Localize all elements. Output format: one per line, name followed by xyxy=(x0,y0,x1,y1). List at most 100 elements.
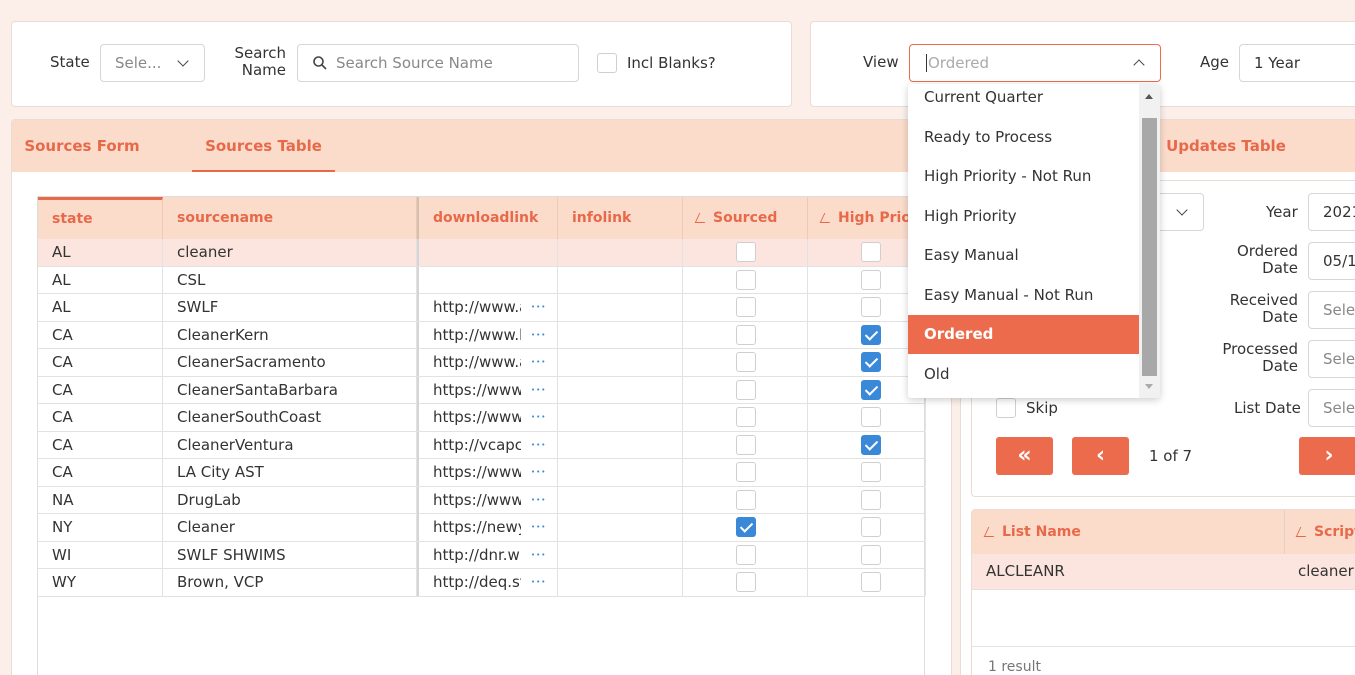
age-select[interactable]: 1 Year xyxy=(1239,44,1355,82)
table-row[interactable]: CA CleanerSantaBarbara https://www ••• xyxy=(38,376,926,404)
sourced-checkbox[interactable] xyxy=(736,352,756,372)
high-priority-cell[interactable] xyxy=(808,404,926,431)
sourced-checkbox[interactable] xyxy=(736,297,756,317)
high-priority-checkbox[interactable] xyxy=(861,462,881,482)
high-priority-checkbox[interactable] xyxy=(861,269,881,290)
sourced-cell[interactable] xyxy=(683,349,808,376)
more-options-icon[interactable]: ••• xyxy=(531,432,546,459)
view-option[interactable]: Easy Manual - Not Run xyxy=(908,276,1139,315)
view-option[interactable]: Easy Manual xyxy=(908,236,1139,275)
high-priority-cell[interactable] xyxy=(808,431,926,459)
view-option[interactable]: High Priority - Not Run xyxy=(908,157,1139,196)
high-priority-checkbox[interactable] xyxy=(861,572,881,592)
processed-date-input[interactable]: Sele xyxy=(1308,340,1355,378)
high-priority-checkbox[interactable] xyxy=(861,242,881,262)
incl-blanks-checkbox[interactable] xyxy=(597,53,617,73)
table-row[interactable]: AL cleaner xyxy=(38,239,926,267)
first-page-button[interactable]: « xyxy=(996,437,1053,475)
tab-updates-table[interactable]: Updates Table xyxy=(1161,120,1291,172)
sourced-cell[interactable] xyxy=(683,514,808,541)
sourced-checkbox[interactable] xyxy=(736,269,756,290)
sourced-checkbox[interactable] xyxy=(736,462,756,482)
high-priority-cell[interactable] xyxy=(808,514,926,541)
downloadlink-cell[interactable] xyxy=(417,239,558,266)
high-priority-checkbox[interactable] xyxy=(861,379,881,400)
sourced-cell[interactable] xyxy=(683,321,808,349)
more-options-icon[interactable]: ••• xyxy=(531,377,546,404)
search-input[interactable]: Search Source Name xyxy=(297,44,579,82)
col-header-script[interactable]: Script xyxy=(1295,524,1355,540)
state-select[interactable]: Sele... xyxy=(100,44,205,82)
table-row[interactable]: CA CleanerVentura http://vcapc ••• xyxy=(38,431,926,459)
sourced-cell[interactable] xyxy=(683,266,808,294)
table-row[interactable]: WI SWLF SHWIMS http://dnr.wi ••• xyxy=(38,541,926,569)
ordered-date-input[interactable]: 05/1 xyxy=(1308,242,1355,280)
high-priority-checkbox[interactable] xyxy=(861,489,881,510)
more-options-icon[interactable]: ••• xyxy=(531,459,546,486)
sourced-checkbox[interactable] xyxy=(736,407,756,427)
high-priority-cell[interactable] xyxy=(808,459,926,486)
view-option[interactable]: Ordered xyxy=(908,315,1139,354)
col-header-sourcename[interactable]: sourcename xyxy=(163,197,417,239)
sourced-cell[interactable] xyxy=(683,459,808,486)
tab-sources-table[interactable]: Sources Table xyxy=(192,120,335,172)
downloadlink-cell[interactable]: https://www ••• xyxy=(417,404,558,431)
sourced-cell[interactable] xyxy=(683,431,808,459)
table-row[interactable]: NY Cleaner https://newy ••• xyxy=(38,514,926,542)
more-options-icon[interactable]: ••• xyxy=(531,404,546,431)
downloadlink-cell[interactable] xyxy=(417,266,558,294)
scroll-up-arrow-icon[interactable] xyxy=(1145,94,1153,99)
table-row[interactable]: CA CleanerSouthCoast https://www ••• xyxy=(38,404,926,432)
next-page-button[interactable]: › xyxy=(1299,437,1355,475)
sourced-cell[interactable] xyxy=(683,569,808,596)
sourced-cell[interactable] xyxy=(683,239,808,266)
high-priority-checkbox[interactable] xyxy=(861,407,881,427)
downloadlink-cell[interactable]: https://newy ••• xyxy=(417,514,558,541)
high-priority-checkbox[interactable] xyxy=(861,297,881,317)
high-priority-checkbox[interactable] xyxy=(861,352,881,372)
high-priority-cell[interactable] xyxy=(808,486,926,514)
more-options-icon[interactable]: ••• xyxy=(531,322,546,349)
col-header-sourced[interactable]: Sourced xyxy=(683,197,808,239)
high-priority-cell[interactable] xyxy=(808,541,926,569)
sourced-checkbox[interactable] xyxy=(736,242,756,262)
more-options-icon[interactable]: ••• xyxy=(531,542,546,569)
downloadlink-cell[interactable]: https://www ••• xyxy=(417,486,558,514)
table-row[interactable]: NA DrugLab https://www ••• xyxy=(38,486,926,514)
sourced-checkbox[interactable] xyxy=(736,324,756,345)
sourced-cell[interactable] xyxy=(683,404,808,431)
view-option[interactable]: Old xyxy=(908,355,1139,394)
prev-page-button[interactable]: ‹ xyxy=(1072,437,1129,475)
downloadlink-cell[interactable]: http://www.k ••• xyxy=(417,321,558,349)
skip-checkbox[interactable] xyxy=(996,398,1016,418)
table-row[interactable]: CA CleanerSacramento http://www.a ••• xyxy=(38,349,926,377)
downloadlink-cell[interactable]: http://www.a ••• xyxy=(417,349,558,376)
table-row[interactable]: AL CSL xyxy=(38,266,926,294)
more-options-icon[interactable]: ••• xyxy=(531,569,546,596)
downloadlink-cell[interactable]: https://www ••• xyxy=(417,459,558,486)
year-input[interactable]: 2021 xyxy=(1308,193,1355,231)
sourced-cell[interactable] xyxy=(683,541,808,569)
more-options-icon[interactable]: ••• xyxy=(531,349,546,376)
more-options-icon[interactable]: ••• xyxy=(531,487,546,514)
dropdown-scrollbar[interactable] xyxy=(1139,84,1160,398)
downloadlink-cell[interactable]: http://www.a ••• xyxy=(417,294,558,321)
high-priority-checkbox[interactable] xyxy=(861,544,881,565)
more-options-icon[interactable]: ••• xyxy=(531,294,546,321)
sourced-checkbox[interactable] xyxy=(736,544,756,565)
sourced-checkbox[interactable] xyxy=(736,572,756,592)
high-priority-checkbox[interactable] xyxy=(861,434,881,455)
scroll-down-arrow-icon[interactable] xyxy=(1145,384,1153,389)
sourced-cell[interactable] xyxy=(683,486,808,514)
list-date-input[interactable]: Sele xyxy=(1308,389,1355,427)
sourced-checkbox[interactable] xyxy=(736,517,756,537)
col-header-state[interactable]: state xyxy=(38,197,163,239)
sourced-cell[interactable] xyxy=(683,294,808,321)
col-header-list-name[interactable]: List Name xyxy=(983,524,1081,540)
more-options-icon[interactable]: ••• xyxy=(531,514,546,541)
view-option[interactable]: Ready to Process xyxy=(908,118,1139,157)
high-priority-checkbox[interactable] xyxy=(861,517,881,537)
col-header-infolink[interactable]: infolink xyxy=(558,197,683,239)
view-option[interactable]: Current Quarter xyxy=(908,84,1139,117)
table-row[interactable]: CA CleanerKern http://www.k ••• xyxy=(38,321,926,349)
